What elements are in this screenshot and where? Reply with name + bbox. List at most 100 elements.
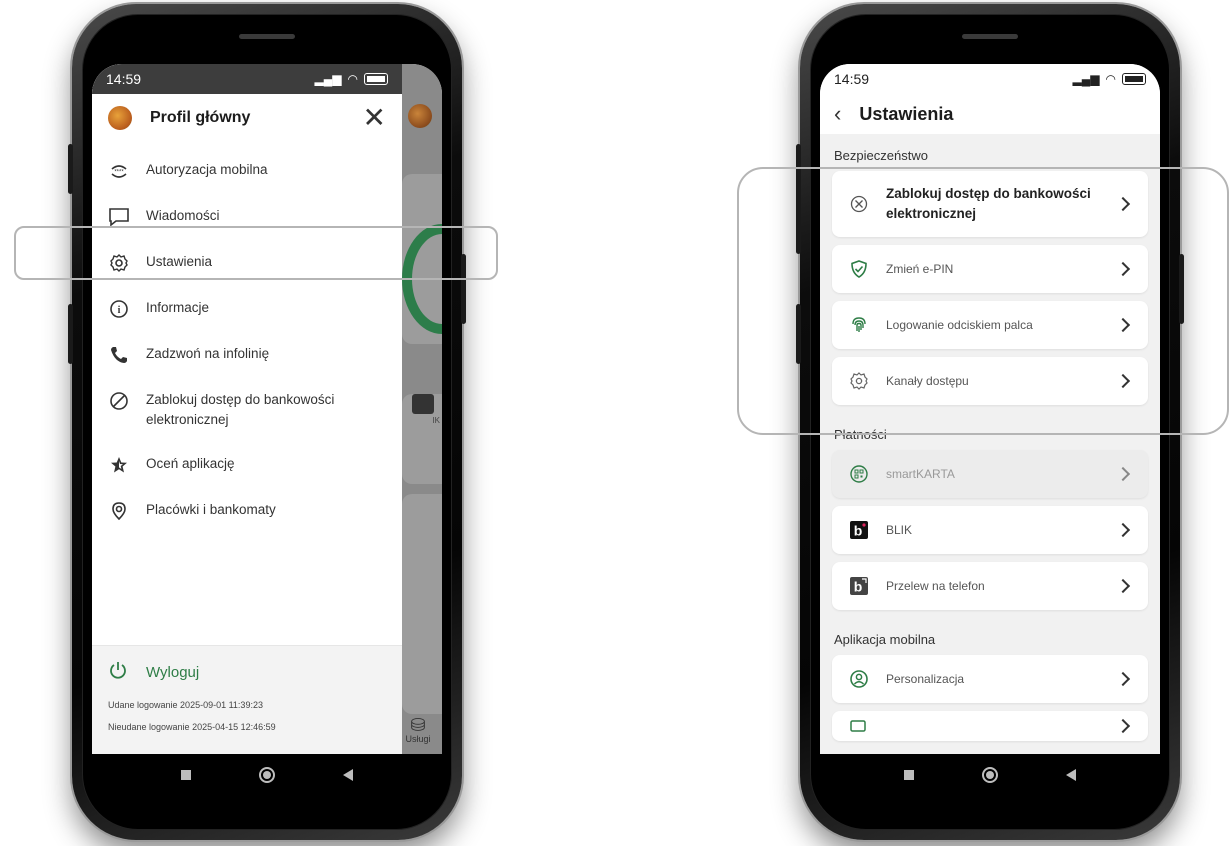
chevron-right-icon bbox=[1115, 373, 1131, 389]
star-icon bbox=[108, 454, 130, 476]
menu-item-label: Informacje bbox=[146, 300, 210, 315]
info-icon: i bbox=[108, 298, 130, 320]
menu-item-call-hotline[interactable]: Zadzwoń na infolinię bbox=[92, 332, 402, 378]
battery-icon bbox=[1122, 73, 1146, 85]
volume-button bbox=[68, 144, 73, 194]
side-drawer: 14:59 ▂▄▆ ◠ Profil główny ✕ **** Autoryz… bbox=[92, 64, 402, 754]
back-chevron-icon[interactable]: ‹ bbox=[834, 101, 841, 127]
settings-item-label: Logowanie odciskiem palca bbox=[886, 318, 1033, 332]
menu-item-messages[interactable]: Wiadomości bbox=[92, 194, 402, 240]
menu-item-label: Zadzwoń na infolinię bbox=[146, 346, 270, 361]
settings-item-block-access[interactable]: Zablokuj dostęp do bankowości elektronic… bbox=[832, 171, 1148, 237]
security-cards: Zablokuj dostęp do bankowości elektronic… bbox=[820, 171, 1160, 405]
menu-item-label: Zablokuj dostęp do bankowości elektronic… bbox=[146, 392, 335, 427]
right-phone-frame: 14:59 ▂▄▆ ◠ ‹ Ustawienia Bezpieczeństwo … bbox=[796, 4, 1184, 840]
block-icon bbox=[108, 390, 130, 412]
settings-item-label: Kanały dostępu bbox=[886, 374, 969, 388]
svg-text:b: b bbox=[854, 523, 863, 539]
status-icons: ▂▄▆ ◠ bbox=[1073, 72, 1146, 86]
database-icon: ⛁ bbox=[410, 715, 426, 735]
back-icon[interactable] bbox=[343, 769, 353, 781]
settings-item-personalization[interactable]: Personalizacja bbox=[832, 655, 1148, 703]
chevron-right-icon bbox=[1115, 196, 1131, 212]
gear-icon bbox=[108, 252, 130, 274]
recents-icon[interactable] bbox=[181, 770, 191, 780]
status-time: 14:59 bbox=[834, 71, 870, 87]
screen-header: ‹ Ustawienia bbox=[820, 94, 1160, 134]
status-bar: 14:59 ▂▄▆ ◠ bbox=[820, 64, 1160, 94]
gear-icon bbox=[848, 370, 870, 392]
location-icon bbox=[108, 500, 130, 522]
logout-button[interactable]: Wyloguj bbox=[108, 660, 386, 684]
android-nav-bar bbox=[820, 754, 1160, 796]
last-successful-login: Udane logowanie 2025-09-01 11:39:23 bbox=[108, 700, 263, 710]
chevron-right-icon bbox=[1115, 578, 1131, 594]
services-tab[interactable]: ⛁ Usługi bbox=[398, 716, 438, 744]
payments-cards: smartKARTA b BLIK b Przelew na telefon bbox=[820, 450, 1160, 610]
settings-item-label: Zmień e-PIN bbox=[886, 262, 954, 276]
settings-item-label: Personalizacja bbox=[886, 672, 965, 686]
status-icons: ▂▄▆ ◠ bbox=[315, 72, 388, 86]
user-circle-icon bbox=[848, 668, 870, 690]
left-phone-frame: IK ⛁ Usługi 14:59 ▂▄▆ ◠ Profil główny ✕ bbox=[68, 4, 466, 840]
menu-item-block-access[interactable]: Zablokuj dostęp do bankowości elektronic… bbox=[92, 378, 402, 442]
settings-item-label: Przelew na telefon bbox=[886, 579, 985, 593]
menu-item-mobile-authorization[interactable]: **** Autoryzacja mobilna bbox=[92, 148, 402, 194]
settings-item-label: Zablokuj dostęp do bankowości elektronic… bbox=[886, 186, 1091, 221]
settings-item-smartkarta[interactable]: smartKARTA bbox=[832, 450, 1148, 498]
circle-x-icon bbox=[848, 193, 870, 215]
home-icon[interactable] bbox=[259, 767, 275, 783]
drawer-header: Profil główny ✕ bbox=[92, 94, 402, 142]
mobile-app-cards: Personalizacja bbox=[820, 655, 1160, 741]
wifi-icon: ◠ bbox=[1105, 72, 1116, 86]
home-icon[interactable] bbox=[982, 767, 998, 783]
avatar bbox=[408, 104, 432, 128]
menu-item-label: Placówki i bankomaty bbox=[146, 502, 276, 517]
menu-item-label: Autoryzacja mobilna bbox=[146, 162, 268, 177]
volume-button bbox=[796, 144, 801, 254]
menu-item-label: Ustawienia bbox=[146, 254, 213, 269]
section-label-payments: Płatności bbox=[834, 427, 887, 442]
speaker-grille bbox=[962, 34, 1018, 39]
chevron-right-icon bbox=[1115, 261, 1131, 277]
svg-text:b: b bbox=[854, 579, 863, 595]
menu-item-settings[interactable]: Ustawienia bbox=[92, 240, 402, 286]
wifi-icon: ◠ bbox=[347, 72, 358, 86]
blik-peek-label: IK bbox=[432, 416, 440, 425]
back-icon[interactable] bbox=[1066, 769, 1076, 781]
settings-item-change-epin[interactable]: Zmień e-PIN bbox=[832, 245, 1148, 293]
close-icon[interactable]: ✕ bbox=[363, 104, 386, 132]
battery-icon bbox=[364, 73, 388, 85]
settings-item-fingerprint-login[interactable]: Logowanie odciskiem palca bbox=[832, 301, 1148, 349]
settings-item-partial[interactable] bbox=[832, 711, 1148, 741]
svg-text:****: **** bbox=[114, 170, 124, 176]
recents-icon[interactable] bbox=[904, 770, 914, 780]
qr-code-icon bbox=[848, 463, 870, 485]
mobile-authorization-icon: **** bbox=[108, 160, 130, 182]
menu-item-rate-app[interactable]: Oceń aplikację bbox=[92, 442, 402, 488]
power-button bbox=[461, 254, 466, 324]
chevron-right-icon bbox=[1115, 522, 1131, 538]
background-card bbox=[402, 494, 442, 714]
blik-icon bbox=[412, 394, 434, 414]
menu-item-branches-atms[interactable]: Placówki i bankomaty bbox=[92, 488, 402, 534]
settings-item-access-channels[interactable]: Kanały dostępu bbox=[832, 357, 1148, 405]
settings-item-phone-transfer[interactable]: b Przelew na telefon bbox=[832, 562, 1148, 610]
signal-icon: ▂▄▆ bbox=[1072, 72, 1100, 86]
power-button bbox=[1179, 254, 1184, 324]
settings-item-label: smartKARTA bbox=[886, 467, 955, 481]
card-icon bbox=[848, 715, 870, 737]
section-label-security: Bezpieczeństwo bbox=[834, 148, 928, 163]
blik-icon: b bbox=[848, 519, 870, 541]
menu-item-information[interactable]: i Informacje bbox=[92, 286, 402, 332]
shield-check-icon bbox=[848, 258, 870, 280]
settings-item-label: BLIK bbox=[886, 523, 913, 537]
menu-list: **** Autoryzacja mobilna Wiadomości Usta… bbox=[92, 142, 402, 645]
left-screen: IK ⛁ Usługi 14:59 ▂▄▆ ◠ Profil główny ✕ bbox=[92, 64, 442, 754]
volume-button bbox=[796, 304, 801, 364]
fingerprint-icon bbox=[848, 314, 870, 336]
settings-item-blik[interactable]: b BLIK bbox=[832, 506, 1148, 554]
avatar[interactable] bbox=[108, 106, 132, 130]
menu-item-label: Wiadomości bbox=[146, 208, 220, 223]
page-title: Ustawienia bbox=[859, 103, 954, 124]
